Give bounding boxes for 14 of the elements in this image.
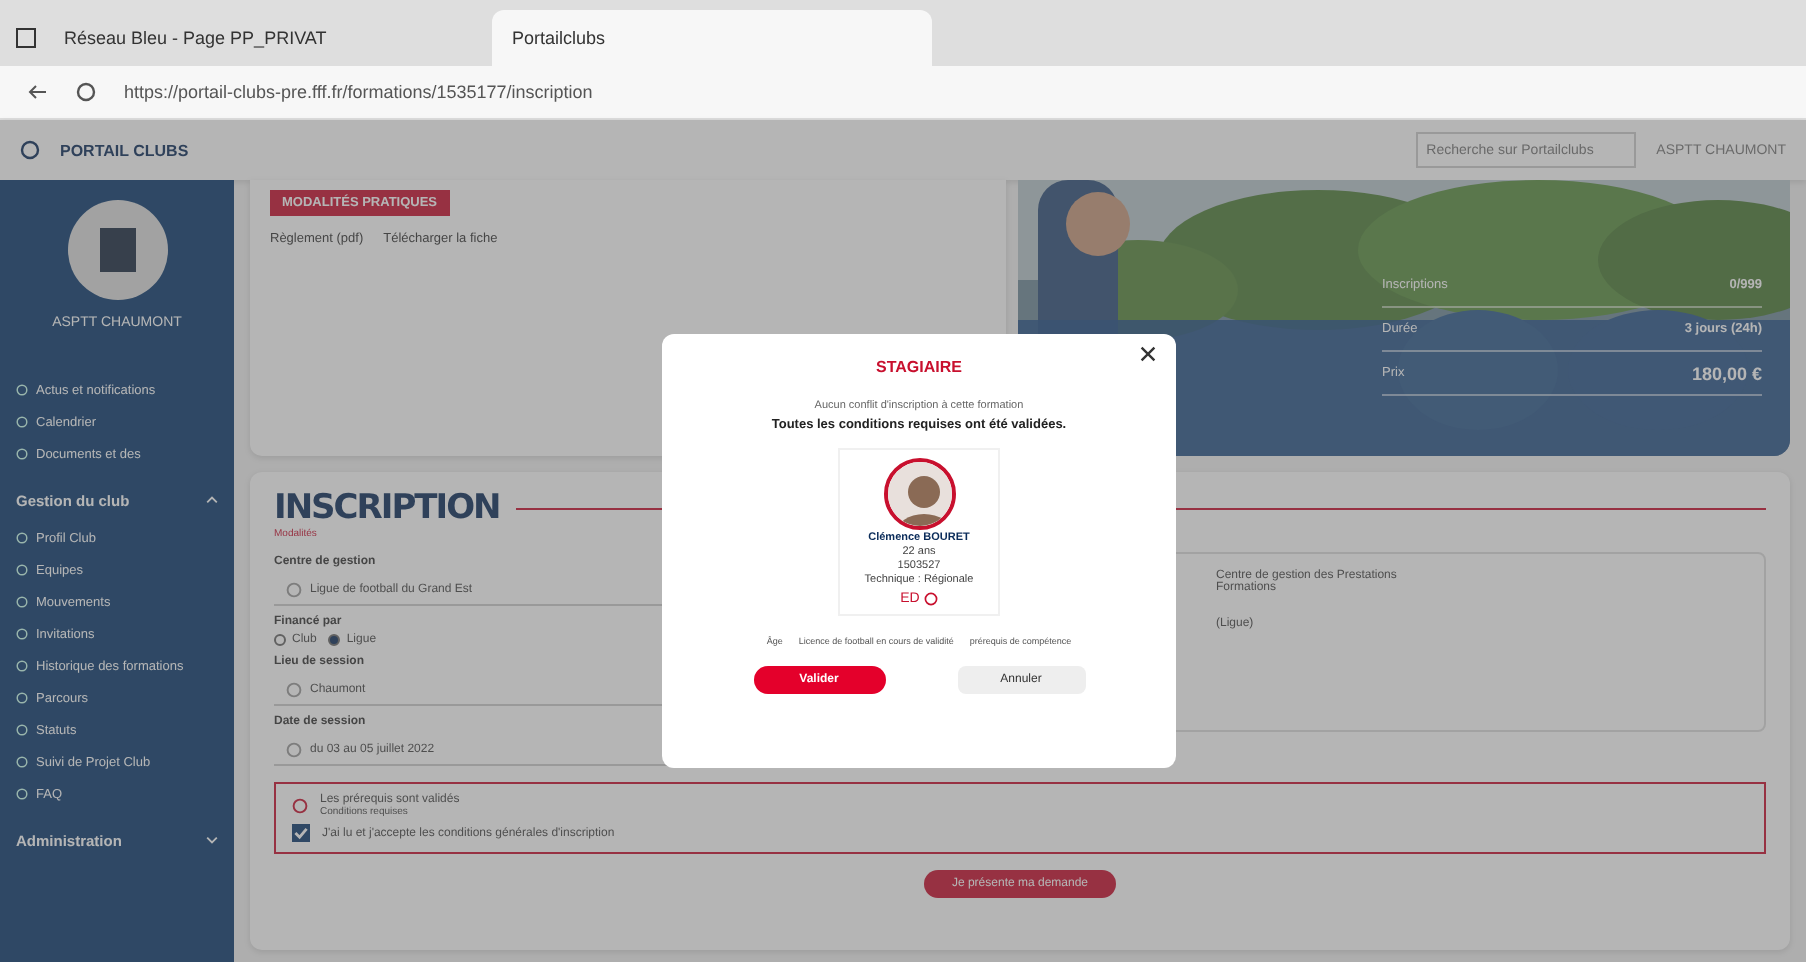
avatar-icon xyxy=(887,462,951,526)
section-title: INSCRIPTION xyxy=(274,488,500,528)
club-logo xyxy=(67,200,167,300)
browser-tab[interactable]: Réseau Bleu - Page PP_PRIVAT xyxy=(44,10,484,66)
window-icon[interactable] xyxy=(16,28,36,48)
checkbox[interactable] xyxy=(292,824,310,842)
stat-value: 180,00 € xyxy=(1691,363,1762,383)
modal-title: STAGIAIRE xyxy=(876,358,962,376)
chevron-icon xyxy=(206,834,218,846)
back-icon[interactable] xyxy=(28,82,48,102)
close-icon[interactable] xyxy=(1140,346,1156,362)
logo-text: PORTAIL CLUBS xyxy=(60,141,189,159)
chevron-icon xyxy=(206,494,218,506)
browser-tab[interactable]: Portailclubs xyxy=(492,10,932,66)
